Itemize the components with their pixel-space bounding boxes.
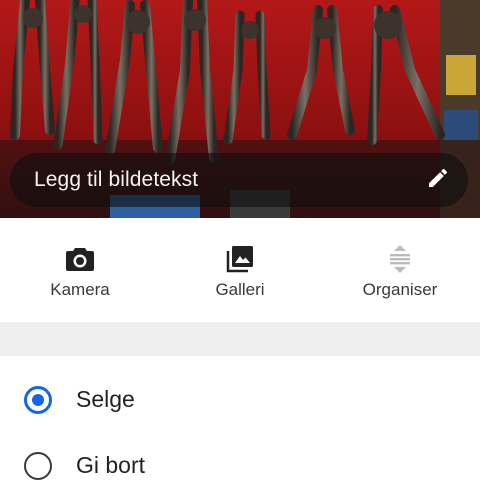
organize-button[interactable]: Organiser: [320, 218, 480, 322]
option-sell[interactable]: Selge: [0, 370, 480, 430]
organize-label: Organiser: [362, 280, 438, 299]
option-give-away[interactable]: Gi bort: [0, 436, 480, 496]
gallery-button[interactable]: Galleri: [160, 218, 320, 322]
give-away-label: Gi bort: [76, 452, 146, 478]
sell-label: Selge: [76, 386, 135, 412]
camera-button[interactable]: Kamera: [0, 218, 160, 322]
sell-radio[interactable]: [24, 386, 52, 414]
gallery-icon: [224, 243, 256, 275]
photo-preview[interactable]: Legg til bildetekst: [0, 0, 480, 218]
camera-label: Kamera: [50, 280, 110, 299]
give-away-radio[interactable]: [24, 452, 52, 480]
caption-bar[interactable]: Legg til bildetekst: [10, 153, 468, 207]
caption-placeholder[interactable]: Legg til bildetekst: [34, 168, 198, 192]
edit-caption-button[interactable]: [426, 166, 454, 194]
camera-icon: [64, 243, 96, 275]
section-divider: [0, 322, 480, 356]
pencil-icon: [429, 168, 448, 187]
photo-actions: Kamera Galleri Organiser: [0, 218, 480, 322]
gallery-label: Galleri: [215, 280, 265, 299]
reorder-icon: [384, 243, 416, 275]
